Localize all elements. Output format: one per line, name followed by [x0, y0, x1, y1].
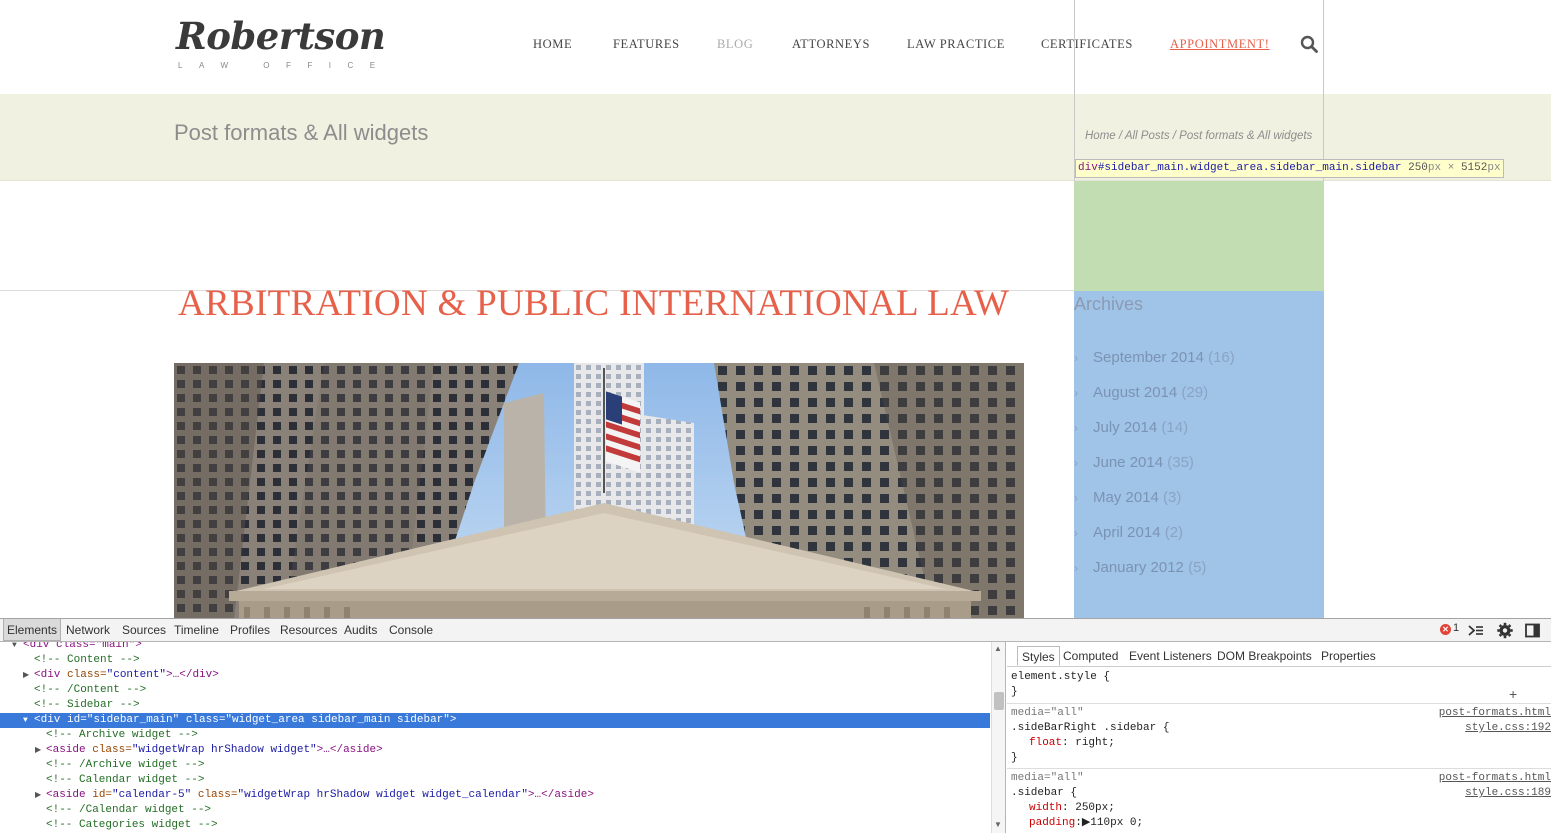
error-icon[interactable]: ✕ — [1440, 624, 1451, 635]
tab-elements[interactable]: Elements — [3, 619, 62, 641]
dom-comment-line[interactable]: <!-- Archive widget --> — [0, 728, 990, 743]
tab-network[interactable]: Network — [63, 619, 113, 641]
rule-media: media="all" — [1011, 707, 1084, 719]
chevron-right-icon: › — [1074, 456, 1078, 470]
subtab-computed[interactable]: Computed — [1059, 646, 1122, 666]
dom-comment-line[interactable]: <!-- /Calendar widget --> — [0, 803, 990, 818]
scrollbar-thumb[interactable] — [994, 692, 1004, 710]
gear-icon[interactable] — [1496, 622, 1514, 639]
scroll-down-icon[interactable]: ▼ — [994, 820, 1002, 829]
post-title[interactable]: ARBITRATION & PUBLIC INTERNATIONAL LAW — [178, 282, 1009, 325]
new-style-rule-icon[interactable]: + — [1509, 686, 1517, 702]
rule-media: media="all" — [1011, 772, 1084, 784]
dom-comment-line[interactable]: <!-- Sidebar --> — [0, 698, 990, 713]
dom-node-line[interactable]: ▶ <aside class="widgetWrap hrShadow widge… — [0, 743, 990, 758]
tab-sources[interactable]: Sources — [119, 619, 169, 641]
elements-tree: ▼ <div class="main"> <!-- Content --> ▶ <d… — [0, 642, 1006, 833]
dom-node-line[interactable]: ▶ <aside id="calendar-5" class="widgetWra… — [0, 788, 990, 803]
chevron-right-icon: › — [1074, 561, 1078, 575]
nav-item-law-practice[interactable]: LAW PRACTICE — [907, 37, 1005, 51]
dom-comment-line[interactable]: <!-- /Archive widget --> — [0, 758, 990, 773]
chevron-right-icon: › — [1074, 526, 1078, 540]
rule-separator — [1007, 703, 1551, 704]
archive-item[interactable]: › June 2014 (35) — [1074, 454, 1194, 471]
nav-item-features[interactable]: FEATURES — [613, 37, 680, 51]
tab-audits[interactable]: Audits — [341, 619, 380, 641]
subtab-event-listeners[interactable]: Event Listeners — [1125, 646, 1216, 666]
rule-close-brace: } — [1011, 686, 1018, 698]
devtools-toolbar: Elements Network Sources Timeline Profil… — [0, 619, 1551, 642]
dom-node-line[interactable]: ▼ <div class="main"> — [0, 642, 990, 653]
nav-item-blog[interactable]: BLOG — [717, 37, 753, 51]
tab-console[interactable]: Console — [386, 619, 436, 641]
archive-item[interactable]: › April 2014 (2) — [1074, 524, 1183, 541]
rule-file-link[interactable]: post-formats.html — [1439, 706, 1551, 721]
tab-profiles[interactable]: Profiles — [227, 619, 273, 641]
devtools-panel: Elements Network Sources Timeline Profil… — [0, 618, 1551, 833]
rule-selector[interactable]: .sidebar { — [1011, 786, 1077, 801]
subtab-dom-breakpoints[interactable]: DOM Breakpoints — [1213, 646, 1316, 666]
nav-item-attorneys[interactable]: ATTORNEYS — [792, 37, 870, 51]
archive-item[interactable]: › May 2014 (3) — [1074, 489, 1181, 506]
dom-comment-line[interactable]: <!-- Content --> — [0, 653, 990, 668]
chevron-right-icon: › — [1074, 491, 1078, 505]
rule-file-link[interactable]: post-formats.html — [1439, 771, 1551, 786]
archive-item[interactable]: › July 2014 (14) — [1074, 419, 1188, 436]
archive-item[interactable]: › January 2012 (5) — [1074, 559, 1206, 576]
css-declaration[interactable]: padding:▶110px 0; — [1029, 816, 1143, 831]
dom-comment-line[interactable]: <!-- /Content --> — [0, 683, 990, 698]
error-count[interactable]: 1 — [1453, 622, 1459, 634]
rule-separator — [1007, 768, 1551, 769]
dom-node-line[interactable]: ▶ <div class="content">…</div> — [0, 668, 990, 683]
logo-subtitle: LAW OFFICE — [178, 61, 392, 70]
styles-pane: Styles Computed Event Listeners DOM Brea… — [1007, 642, 1551, 833]
elements-scrollbar[interactable]: ▲ ▼ — [991, 642, 1005, 833]
dom-node-selected[interactable]: ▼ <div id="sidebar_main" class="widget_ar… — [0, 713, 990, 728]
dom-comment-line[interactable]: <!-- Categories widget --> — [0, 818, 990, 833]
styles-subtabs: Styles Computed Event Listeners DOM Brea… — [1007, 646, 1551, 667]
rule-source-link[interactable]: style.css:192 — [1465, 721, 1551, 736]
chevron-right-icon: › — [1074, 351, 1078, 365]
sidebar-padding-highlight — [1074, 181, 1324, 291]
tab-resources[interactable]: Resources — [277, 619, 340, 641]
element-style-selector[interactable]: element.style { — [1011, 670, 1110, 685]
building-illustration — [174, 363, 1024, 619]
archives-widget-title: Archives — [1074, 294, 1144, 314]
subtab-styles[interactable]: Styles — [1017, 646, 1060, 666]
dock-side-icon[interactable] — [1524, 622, 1542, 639]
scroll-up-icon[interactable]: ▲ — [994, 644, 1002, 653]
inspect-tooltip: div#sidebar_main.widget_area.sidebar_mai… — [1075, 159, 1504, 178]
page-title: Post formats & All widgets — [174, 120, 429, 145]
archive-item[interactable]: › September 2014 (16) — [1074, 349, 1235, 366]
dom-comment-line[interactable]: <!-- Calendar widget --> — [0, 773, 990, 788]
post-featured-image — [174, 363, 1024, 619]
tab-timeline[interactable]: Timeline — [171, 619, 222, 641]
nav-item-home[interactable]: HOME — [533, 37, 572, 51]
css-declaration[interactable]: float: right; — [1029, 736, 1115, 751]
chevron-right-icon: › — [1074, 386, 1078, 400]
archive-item[interactable]: › August 2014 (29) — [1074, 384, 1208, 401]
rule-close-brace: } — [1011, 752, 1018, 764]
console-drawer-icon[interactable] — [1467, 622, 1485, 639]
rule-selector[interactable]: .sideBarRight .sidebar { — [1011, 721, 1169, 736]
rule-source-link[interactable]: style.css:189 — [1465, 786, 1551, 801]
subtab-properties[interactable]: Properties — [1317, 646, 1380, 666]
css-declaration[interactable]: width: 250px; — [1029, 801, 1115, 816]
chevron-right-icon: › — [1074, 421, 1078, 435]
